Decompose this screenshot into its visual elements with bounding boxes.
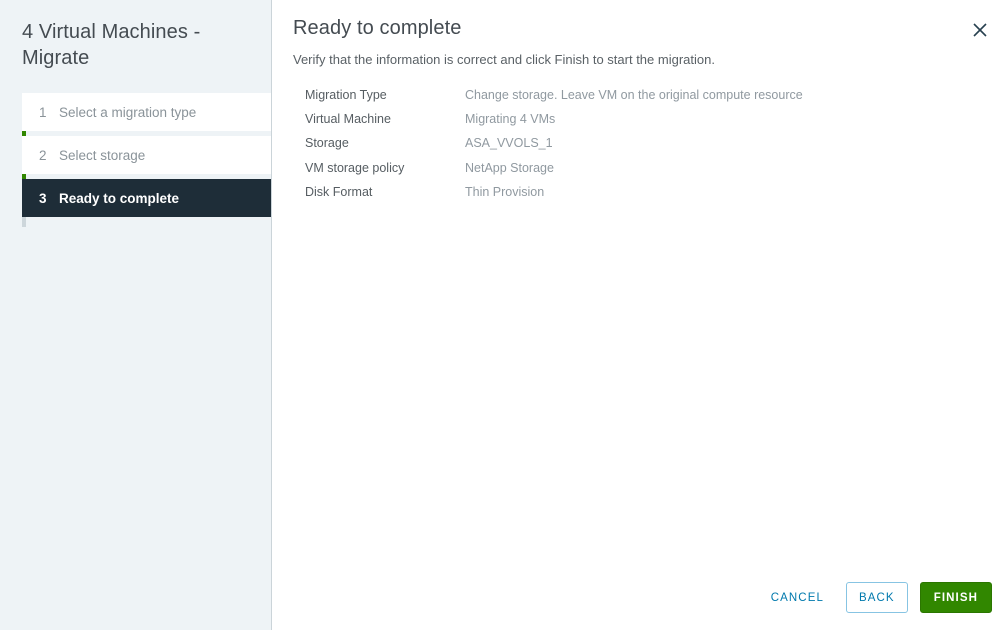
wizard-title: 4 Virtual Machines - Migrate bbox=[22, 21, 201, 69]
wizard-content: Ready to complete Verify that the inform… bbox=[272, 0, 1008, 630]
page-subtitle: Verify that the information is correct a… bbox=[293, 52, 715, 67]
back-button[interactable]: BACK bbox=[845, 582, 908, 613]
sidebar-step-select-storage[interactable]: 2 Select storage bbox=[22, 136, 271, 174]
page-title: Ready to complete bbox=[293, 17, 462, 39]
migrate-wizard-dialog: 4 Virtual Machines - Migrate 1 Select a … bbox=[0, 0, 1008, 630]
detail-row: Storage ASA_VVOLS_1 bbox=[305, 136, 1008, 160]
detail-row: Virtual Machine Migrating 4 VMs bbox=[305, 112, 1008, 136]
close-icon[interactable] bbox=[967, 17, 993, 43]
detail-row: Migration Type Change storage. Leave VM … bbox=[305, 88, 1008, 112]
step-label: Select a migration type bbox=[59, 104, 197, 120]
detail-label: Virtual Machine bbox=[305, 112, 391, 127]
summary-details-list: Migration Type Change storage. Leave VM … bbox=[272, 88, 1008, 209]
close-icon-glyph bbox=[973, 23, 987, 37]
detail-row: VM storage policy NetApp Storage bbox=[305, 161, 1008, 185]
detail-label: Disk Format bbox=[305, 184, 373, 199]
detail-label: Migration Type bbox=[305, 88, 387, 102]
detail-value: Change storage. Leave VM on the original… bbox=[465, 88, 803, 102]
step-number: 2 bbox=[39, 147, 47, 163]
step-number: 1 bbox=[39, 104, 47, 120]
wizard-step-list: 1 Select a migration type 2 Select stora… bbox=[0, 93, 271, 227]
wizard-footer: CANCEL BACK FINISH bbox=[757, 582, 992, 613]
sidebar-step-select-a-migration-type[interactable]: 1 Select a migration type bbox=[22, 93, 271, 131]
detail-row: Disk Format Thin Provision bbox=[305, 185, 1008, 209]
step-number: 3 bbox=[39, 190, 47, 206]
step-label: Ready to complete bbox=[59, 190, 180, 206]
detail-label: Storage bbox=[305, 136, 349, 151]
step-label: Select storage bbox=[59, 147, 146, 163]
detail-value: NetApp Storage bbox=[465, 160, 554, 175]
finish-button[interactable]: FINISH bbox=[919, 582, 992, 613]
detail-value: Migrating 4 VMs bbox=[465, 112, 556, 127]
cancel-button[interactable]: CANCEL bbox=[757, 583, 838, 613]
wizard-sidebar: 4 Virtual Machines - Migrate 1 Select a … bbox=[0, 0, 272, 630]
detail-value: ASA_VVOLS_1 bbox=[465, 136, 553, 151]
detail-label: VM storage policy bbox=[305, 160, 405, 175]
detail-value: Thin Provision bbox=[465, 184, 545, 199]
sidebar-step-ready-to-complete[interactable]: 3 Ready to complete bbox=[22, 179, 271, 217]
